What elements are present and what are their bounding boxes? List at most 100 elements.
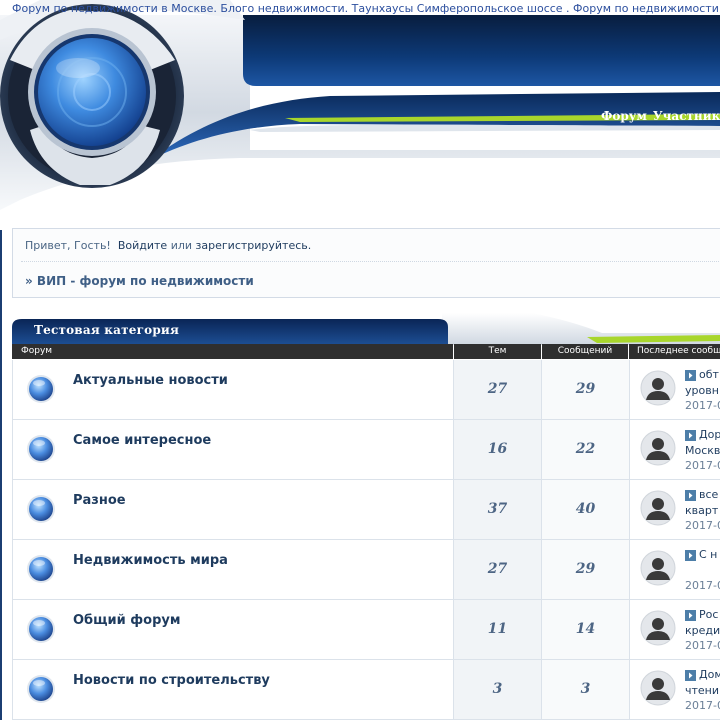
last-post-title[interactable]: Дор <box>699 428 720 441</box>
forum-row: Актуальные новости 27 29 обт уровн 2017-… <box>12 360 720 420</box>
user-avatar-icon <box>640 490 676 526</box>
forum-status-icon <box>27 435 55 463</box>
posts-count-cell: 3 <box>541 660 629 719</box>
forum-cell: Самое интересное <box>12 420 453 479</box>
greeting-hello: Привет, Гость! <box>25 239 111 252</box>
posts-count: 29 <box>575 381 596 397</box>
forum-row: Самое интересное 16 22 Дор Москв 2017-0 <box>12 420 720 480</box>
topics-count: 37 <box>487 501 508 517</box>
category-header: Тестовая категория <box>12 313 720 345</box>
forum-cell: Общий форум <box>12 600 453 659</box>
last-post-date: 2017-0 <box>685 699 720 712</box>
topics-count-cell: 27 <box>453 360 541 419</box>
go-to-post-icon[interactable] <box>685 370 696 381</box>
forum-status-icon <box>27 375 55 403</box>
go-to-post-icon[interactable] <box>685 490 696 501</box>
last-post-subtitle[interactable]: Москв <box>685 444 720 457</box>
posts-count: 40 <box>575 501 596 517</box>
forum-status-icon <box>27 495 55 523</box>
posts-count-cell: 29 <box>541 360 629 419</box>
last-post-date: 2017-0 <box>685 639 720 652</box>
column-header-forum: Форум <box>12 344 453 359</box>
go-to-post-icon[interactable] <box>685 430 696 441</box>
topics-count: 11 <box>487 621 508 637</box>
last-post-title[interactable]: все <box>699 488 718 501</box>
last-post-cell: все кварт 2017-0 <box>629 480 720 539</box>
forum-title-link[interactable]: Разное <box>73 493 126 508</box>
column-header-topics: Тем <box>454 344 541 359</box>
last-post-title[interactable]: Рос <box>699 608 718 621</box>
topics-count-cell: 27 <box>453 540 541 599</box>
topics-count: 16 <box>487 441 508 457</box>
topics-count-cell: 37 <box>453 480 541 539</box>
greeting-or: или <box>170 239 193 252</box>
forum-status-icon <box>27 555 55 583</box>
breadcrumb[interactable]: » ВИП - форум по недвижимости <box>25 274 254 288</box>
forum-cell: Новости по строительству <box>12 660 453 719</box>
column-header-posts: Сообщений <box>542 344 628 359</box>
last-post-cell: Дом чтени 2017-0 <box>629 660 720 719</box>
forum-title-link[interactable]: Самое интересное <box>73 433 211 448</box>
user-avatar-icon <box>640 670 676 706</box>
forum-title-link[interactable]: Недвижимость мира <box>73 553 228 568</box>
forum-row: Новости по строительству 3 3 Дом чтени 2… <box>12 660 720 720</box>
go-to-post-icon[interactable] <box>685 670 696 681</box>
topics-count: 27 <box>487 561 508 577</box>
last-post-subtitle[interactable]: креди <box>685 624 720 637</box>
welcome-panel: Привет, Гость! Войдите или зарегистрируй… <box>12 228 720 298</box>
user-avatar-icon <box>640 550 676 586</box>
posts-count-cell: 29 <box>541 540 629 599</box>
last-post-date: 2017-0 <box>685 519 720 532</box>
register-link[interactable]: зарегистрируйтесь. <box>196 239 312 252</box>
user-avatar-icon <box>640 610 676 646</box>
forum-status-icon <box>27 615 55 643</box>
last-post-subtitle[interactable]: уровн <box>685 384 719 397</box>
forum-title-link[interactable]: Актуальные новости <box>73 373 228 388</box>
posts-count-cell: 40 <box>541 480 629 539</box>
last-post-cell: Дор Москв 2017-0 <box>629 420 720 479</box>
go-to-post-icon[interactable] <box>685 610 696 621</box>
site-header: Форум по недвижимости в Москве. Блого не… <box>0 0 720 230</box>
forum-cell: Недвижимость мира <box>12 540 453 599</box>
header-marquee[interactable]: Форум по недвижимости в Москве. Блого не… <box>12 2 719 15</box>
forum-title-link[interactable]: Общий форум <box>73 613 180 628</box>
category-title[interactable]: Тестовая категория <box>34 323 179 337</box>
last-post-subtitle[interactable]: чтени <box>685 684 719 697</box>
last-post-date: 2017-0 <box>685 399 720 412</box>
divider <box>21 261 720 262</box>
forum-list: Актуальные новости 27 29 обт уровн 2017-… <box>12 360 720 720</box>
user-avatar-icon <box>640 370 676 406</box>
posts-count: 3 <box>580 681 591 697</box>
forum-row: Недвижимость мира 27 29 С н 2017-0 <box>12 540 720 600</box>
last-post-date: 2017-0 <box>685 579 720 592</box>
header-nav: Форум Участники <box>601 109 720 123</box>
greeting-line: Привет, Гость! Войдите или зарегистрируй… <box>25 239 311 252</box>
topics-count-cell: 11 <box>453 600 541 659</box>
nav-item-forum[interactable]: Форум <box>601 109 647 123</box>
nav-item-members[interactable]: Участники <box>653 109 720 123</box>
go-to-post-icon[interactable] <box>685 550 696 561</box>
forum-row: Общий форум 11 14 Рос креди 2017-0 <box>12 600 720 660</box>
posts-count-cell: 22 <box>541 420 629 479</box>
topics-count: 27 <box>487 381 508 397</box>
topics-count-cell: 3 <box>453 660 541 719</box>
last-post-title[interactable]: Дом <box>699 668 720 681</box>
user-avatar-icon <box>640 430 676 466</box>
posts-count: 22 <box>575 441 596 457</box>
topics-count: 3 <box>492 681 503 697</box>
posts-count: 29 <box>575 561 596 577</box>
topics-count-cell: 16 <box>453 420 541 479</box>
forum-title-link[interactable]: Новости по строительству <box>73 673 270 688</box>
last-post-title[interactable]: обт <box>699 368 719 381</box>
forum-row: Разное 37 40 все кварт 2017-0 <box>12 480 720 540</box>
last-post-cell: обт уровн 2017-0 <box>629 360 720 419</box>
last-post-title[interactable]: С н <box>699 548 717 561</box>
forum-status-icon <box>27 675 55 703</box>
last-post-subtitle[interactable]: кварт <box>685 504 718 517</box>
last-post-date: 2017-0 <box>685 459 720 472</box>
last-post-cell: С н 2017-0 <box>629 540 720 599</box>
posts-count: 14 <box>575 621 596 637</box>
forum-cell: Актуальные новости <box>12 360 453 419</box>
posts-count-cell: 14 <box>541 600 629 659</box>
login-link[interactable]: Войдите <box>118 239 167 252</box>
